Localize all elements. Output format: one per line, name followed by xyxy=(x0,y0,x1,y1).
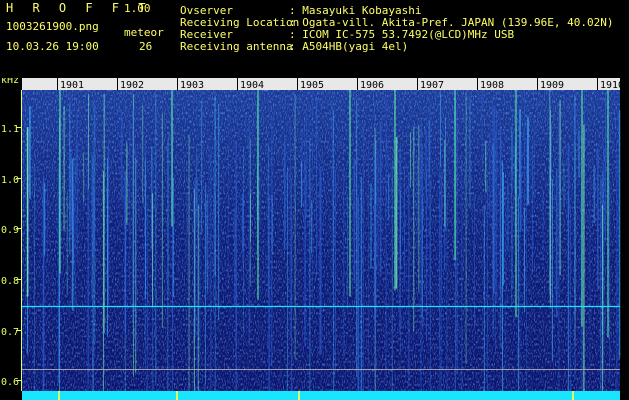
x-tick-label: 1902 xyxy=(120,80,144,91)
meteor-count: 26 xyxy=(139,40,153,53)
antenna-key: Receiving antenna xyxy=(180,40,293,53)
app-version: 1.00 xyxy=(124,2,151,15)
y-tick-label: 0.6 xyxy=(1,377,19,388)
y-tick-label: 1.1 xyxy=(1,124,19,135)
x-tick-label: 1907 xyxy=(420,80,444,91)
meteor-label: meteor xyxy=(124,26,164,39)
date-time: 10.03.26 19:00 xyxy=(6,40,99,53)
y-tick-label: 0.8 xyxy=(1,276,19,287)
x-tick-label: 1904 xyxy=(240,80,264,91)
y-tick-label: 0.9 xyxy=(1,225,19,236)
y-tick-label: 1.0 xyxy=(1,175,19,186)
x-tick-label: 1903 xyxy=(180,80,204,91)
x-tick-label: 1908 xyxy=(480,80,504,91)
x-tick-label: 1909 xyxy=(540,80,564,91)
x-tick-label: 1901 xyxy=(60,80,84,91)
x-tick-label: 1910 xyxy=(600,80,624,91)
antenna-value: : A504HB(yagi 4el) xyxy=(289,40,409,53)
y-axis-unit: kHz xyxy=(1,78,19,86)
x-tick-label: 1906 xyxy=(360,80,384,91)
bottom-band xyxy=(22,391,620,400)
spectrogram-plot: 1901 1902 1903 1904 1905 1906 1907 1908 1909 1910… xyxy=(0,78,629,400)
x-tick-label: 1905 xyxy=(300,80,324,91)
file-name: 1003261900.png xyxy=(6,20,99,33)
y-tick-label: 0.7 xyxy=(1,327,19,338)
